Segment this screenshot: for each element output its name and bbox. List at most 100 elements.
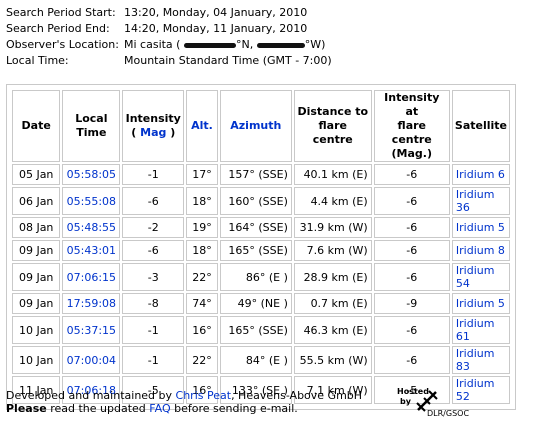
distance-cell: 31.9 km (W) bbox=[293, 217, 372, 238]
centre-intensity-cell: -6 bbox=[373, 316, 450, 344]
satellite-cell[interactable]: Iridium 8 bbox=[451, 240, 510, 261]
azimuth-cell: 86° (E ) bbox=[219, 263, 292, 291]
local-time-link[interactable]: 05:55:08 bbox=[67, 195, 116, 208]
search-end-value: 14:20, Monday, 11 January, 2010 bbox=[124, 22, 308, 35]
col-local-time: Local Time bbox=[62, 90, 121, 162]
table-row: 09 Jan 17:59:08 -8 74° 49° (NE ) 0.7 km (E) -9… bbox=[12, 293, 510, 314]
col-azimuth[interactable]: Azimuth bbox=[219, 90, 292, 162]
centre-intensity-cell: -6 bbox=[373, 263, 450, 291]
altitude-cell: 18° bbox=[186, 187, 218, 215]
col-satellite: Satellite bbox=[451, 90, 510, 162]
faq-link[interactable]: FAQ bbox=[149, 402, 170, 415]
local-time-cell[interactable]: 05:58:05 bbox=[62, 164, 121, 185]
distance-cell: 4.4 km (E) bbox=[293, 187, 372, 215]
date-cell: 10 Jan bbox=[12, 316, 61, 344]
search-end-row: Search Period End: 14:20, Monday, 11 Janu… bbox=[6, 21, 332, 37]
centre-intensity-cell: -6 bbox=[373, 240, 450, 261]
date-cell: 09 Jan bbox=[12, 240, 61, 261]
distance-cell: 55.5 km (W) bbox=[293, 346, 372, 374]
date-cell: 09 Jan bbox=[12, 263, 61, 291]
distance-cell: 28.9 km (E) bbox=[293, 263, 372, 291]
satellite-cell[interactable]: Iridium 36 bbox=[451, 187, 510, 215]
centre-intensity-cell: -9 bbox=[373, 293, 450, 314]
table-row: 08 Jan 05:48:55 -2 19° 164° (SSE) 31.9 km (W)… bbox=[12, 217, 510, 238]
local-time-cell[interactable]: 05:37:15 bbox=[62, 316, 121, 344]
satellite-cell[interactable]: Iridium 61 bbox=[451, 316, 510, 344]
intensity-cell: -2 bbox=[122, 217, 185, 238]
date-cell: 08 Jan bbox=[12, 217, 61, 238]
satellite-cell[interactable]: Iridium 5 bbox=[451, 217, 510, 238]
col-alt[interactable]: Alt. bbox=[186, 90, 218, 162]
local-time-label: Local Time: bbox=[6, 54, 69, 67]
azimuth-cell: 84° (E ) bbox=[219, 346, 292, 374]
azimuth-cell: 160° (SSE) bbox=[219, 187, 292, 215]
altitude-cell: 22° bbox=[186, 346, 218, 374]
dlr-gsoc-logo[interactable]: Hosted by DLR/GSOC bbox=[397, 387, 487, 423]
date-cell: 06 Jan bbox=[12, 187, 61, 215]
intensity-cell: -8 bbox=[122, 293, 185, 314]
search-start-label: Search Period Start: bbox=[6, 6, 116, 19]
author-link[interactable]: Chris Peat bbox=[176, 389, 232, 402]
altitude-cell: 19° bbox=[186, 217, 218, 238]
search-end-label: Search Period End: bbox=[6, 22, 110, 35]
search-start-row: Search Period Start: 13:20, Monday, 04 Ja… bbox=[6, 5, 332, 21]
local-time-row: Local Time: Mountain Standard Time (GMT -… bbox=[6, 53, 332, 69]
intensity-cell: -6 bbox=[122, 240, 185, 261]
intensity-cell: -6 bbox=[122, 187, 185, 215]
centre-intensity-cell: -6 bbox=[373, 346, 450, 374]
centre-intensity-cell: -6 bbox=[373, 187, 450, 215]
satellite-link[interactable]: Iridium 61 bbox=[456, 317, 495, 343]
satellite-cell[interactable]: Iridium 5 bbox=[451, 293, 510, 314]
intensity-cell: -3 bbox=[122, 263, 185, 291]
table-row: 10 Jan 05:37:15 -1 16° 165° (SSE) 46.3 km (E)… bbox=[12, 316, 510, 344]
local-time-cell[interactable]: 07:06:15 bbox=[62, 263, 121, 291]
flares-table-container: Date Local Time Intensity( Mag ) Alt. Azi… bbox=[6, 84, 516, 410]
flares-table: Date Local Time Intensity( Mag ) Alt. Azi… bbox=[10, 88, 512, 406]
satellite-cell[interactable]: Iridium 83 bbox=[451, 346, 510, 374]
satellite-link[interactable]: Iridium 5 bbox=[456, 297, 505, 310]
satellite-link[interactable]: Iridium 5 bbox=[456, 221, 505, 234]
satellite-cell[interactable]: Iridium 6 bbox=[451, 164, 510, 185]
longitude-unit: °W) bbox=[304, 38, 326, 51]
location-name: Mi casita ( bbox=[124, 38, 181, 51]
search-start-value: 13:20, Monday, 04 January, 2010 bbox=[124, 6, 308, 19]
footer-line-1: Developed and maintained by Chris Peat, … bbox=[6, 389, 363, 402]
azimuth-link[interactable]: Azimuth bbox=[230, 119, 281, 132]
intensity-cell: -1 bbox=[122, 316, 185, 344]
local-time-link[interactable]: 05:58:05 bbox=[67, 168, 116, 181]
table-header-row: Date Local Time Intensity( Mag ) Alt. Azi… bbox=[12, 90, 510, 162]
satellite-link[interactable]: Iridium 6 bbox=[456, 168, 505, 181]
azimuth-cell: 157° (SSE) bbox=[219, 164, 292, 185]
local-time-link[interactable]: 05:37:15 bbox=[67, 324, 116, 337]
local-time-link[interactable]: 05:43:01 bbox=[67, 244, 116, 257]
local-time-link[interactable]: 17:59:08 bbox=[67, 297, 116, 310]
date-cell: 10 Jan bbox=[12, 346, 61, 374]
local-time-cell[interactable]: 07:00:04 bbox=[62, 346, 121, 374]
date-cell: 09 Jan bbox=[12, 293, 61, 314]
table-row: 10 Jan 07:00:04 -1 22° 84° (E ) 55.5 km (W) -6… bbox=[12, 346, 510, 374]
alt-link[interactable]: Alt. bbox=[191, 119, 213, 132]
mag-link[interactable]: Mag bbox=[140, 126, 166, 139]
local-time-link[interactable]: 05:48:55 bbox=[67, 221, 116, 234]
intensity-cell: -1 bbox=[122, 346, 185, 374]
distance-cell: 46.3 km (E) bbox=[293, 316, 372, 344]
local-time-cell[interactable]: 05:55:08 bbox=[62, 187, 121, 215]
distance-cell: 7.6 km (W) bbox=[293, 240, 372, 261]
table-row: 09 Jan 07:06:15 -3 22° 86° (E ) 28.9 km (E) -6… bbox=[12, 263, 510, 291]
satellite-link[interactable]: Iridium 36 bbox=[456, 188, 495, 214]
local-time-cell[interactable]: 05:43:01 bbox=[62, 240, 121, 261]
satellite-link[interactable]: Iridium 83 bbox=[456, 347, 495, 373]
satellite-link[interactable]: Iridium 54 bbox=[456, 264, 495, 290]
local-time-cell[interactable]: 05:48:55 bbox=[62, 217, 121, 238]
col-intensity-centre: Intensity at flare centre (Mag.) bbox=[373, 90, 450, 162]
satellite-link[interactable]: Iridium 8 bbox=[456, 244, 505, 257]
table-row: 05 Jan 05:58:05 -1 17° 157° (SSE) 40.1 km (E)… bbox=[12, 164, 510, 185]
centre-intensity-cell: -6 bbox=[373, 217, 450, 238]
distance-cell: 40.1 km (E) bbox=[293, 164, 372, 185]
local-time-link[interactable]: 07:06:15 bbox=[67, 271, 116, 284]
logo-by-text: by bbox=[400, 397, 411, 406]
local-time-cell[interactable]: 17:59:08 bbox=[62, 293, 121, 314]
local-time-link[interactable]: 07:00:04 bbox=[67, 354, 116, 367]
footer: Developed and maintained by Chris Peat, … bbox=[6, 389, 362, 415]
satellite-cell[interactable]: Iridium 54 bbox=[451, 263, 510, 291]
